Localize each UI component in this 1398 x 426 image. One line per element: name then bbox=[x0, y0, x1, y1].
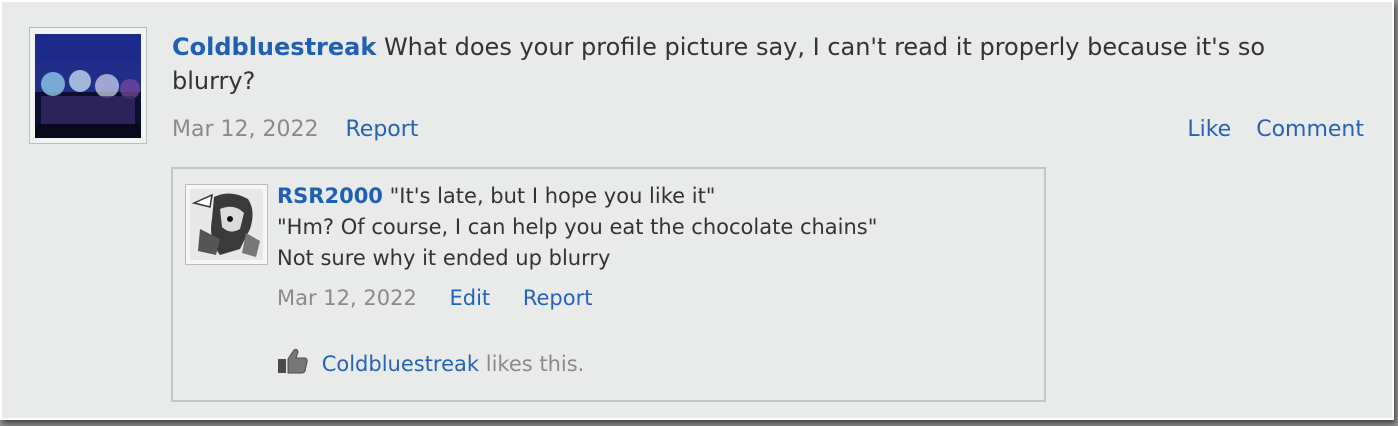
comment-report-link[interactable]: Report bbox=[523, 286, 593, 310]
comment-author-avatar[interactable] bbox=[185, 184, 268, 265]
comment-edit-link[interactable]: Edit bbox=[450, 286, 491, 310]
likes-summary: Coldbluestreak likes this. bbox=[277, 347, 584, 379]
liker-link[interactable]: Coldbluestreak bbox=[322, 352, 479, 376]
post-report-link[interactable]: Report bbox=[345, 117, 418, 142]
post-date: Mar 12, 2022 bbox=[172, 117, 319, 142]
post-author-link[interactable]: Coldbluestreak bbox=[172, 33, 376, 61]
comment-text-1: "It's late, but I hope you like it" bbox=[389, 184, 716, 208]
post-author-avatar[interactable] bbox=[29, 27, 147, 144]
comment-author-link[interactable]: RSR2000 bbox=[277, 184, 383, 208]
comment-text-3: Not sure why it ended up blurry bbox=[277, 246, 611, 270]
comment-line-1: RSR2000 "It's late, but I hope you like … bbox=[277, 181, 1017, 212]
thumbs-up-icon bbox=[278, 348, 308, 374]
likes-text: likes this. bbox=[485, 352, 585, 376]
comment-date: Mar 12, 2022 bbox=[277, 286, 417, 310]
comment-meta: Mar 12, 2022 Edit Report bbox=[277, 283, 592, 313]
post-body: Coldbluestreak What does your profile pi… bbox=[172, 30, 1352, 98]
avatar-image bbox=[35, 34, 141, 138]
comment-box: RSR2000 "It's late, but I hope you like … bbox=[171, 167, 1046, 402]
profile-post-container: Coldbluestreak What does your profile pi… bbox=[0, 0, 1394, 420]
avatar-image bbox=[190, 189, 263, 260]
like-link[interactable]: Like bbox=[1187, 117, 1231, 142]
comment-link[interactable]: Comment bbox=[1256, 117, 1364, 142]
post-actions: Like Comment bbox=[1169, 115, 1364, 145]
comment-text-2: "Hm? Of course, I can help you eat the c… bbox=[277, 215, 878, 239]
comment-body: RSR2000 "It's late, but I hope you like … bbox=[277, 181, 1017, 274]
post-meta: Mar 12, 2022 Report bbox=[172, 115, 418, 145]
